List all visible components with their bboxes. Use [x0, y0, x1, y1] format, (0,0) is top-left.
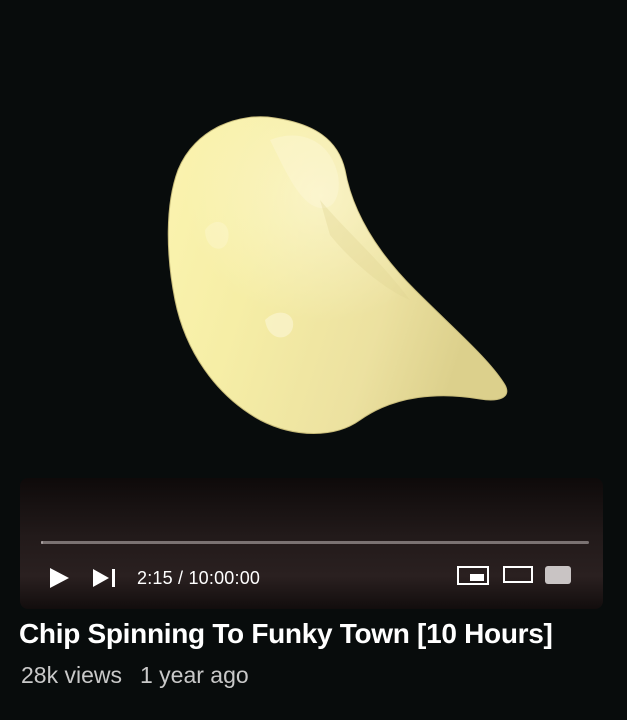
video-viewport[interactable] [0, 0, 627, 480]
fullscreen-icon [545, 566, 571, 584]
fullscreen-button[interactable] [544, 565, 572, 585]
player-controls-bar: 2:15 / 10:00:00 [20, 478, 603, 609]
view-count: 28k views [21, 662, 122, 688]
theater-mode-icon [503, 566, 533, 583]
progress-bar[interactable] [41, 541, 589, 544]
miniplayer-icon [457, 566, 489, 585]
duration: 10:00:00 [188, 568, 261, 588]
video-metadata: 28k views 1 year ago [21, 659, 249, 691]
theater-mode-button[interactable] [503, 566, 533, 584]
upload-age: 1 year ago [139, 662, 249, 688]
play-button[interactable] [48, 567, 70, 589]
miniplayer-button[interactable] [457, 566, 489, 586]
current-time: 2:15 [137, 568, 173, 588]
next-video-button[interactable] [92, 568, 118, 588]
potato-chip-image [167, 116, 508, 434]
play-icon [50, 568, 69, 588]
skip-next-icon [93, 569, 115, 587]
progress-bar-fill [41, 541, 44, 544]
time-separator: / [178, 568, 189, 588]
time-display: 2:15 / 10:00:00 [137, 567, 260, 589]
video-card: 2:15 / 10:00:00 Chip Spinning To Funky T… [0, 0, 629, 720]
video-title[interactable]: Chip Spinning To Funky Town [10 Hours] [19, 615, 553, 653]
